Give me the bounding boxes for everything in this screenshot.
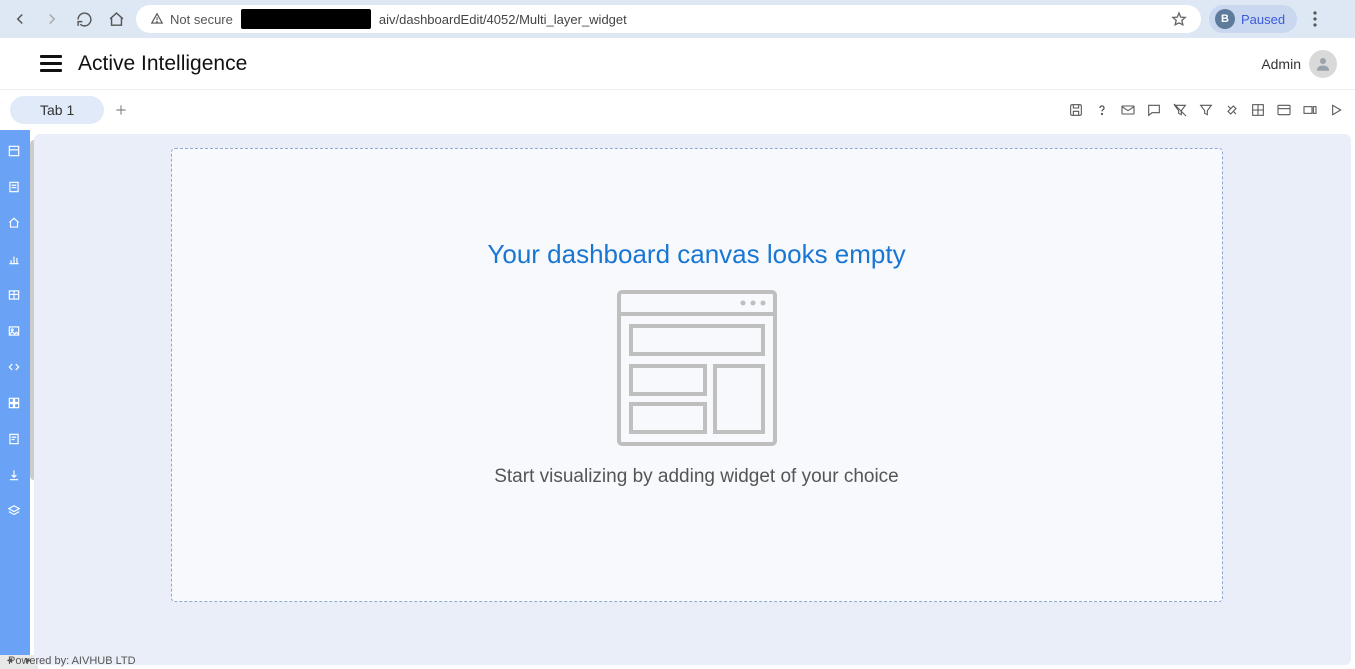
user-label: Admin: [1261, 56, 1301, 72]
forward-button[interactable]: [40, 7, 64, 31]
profile-avatar: B: [1215, 9, 1235, 29]
footer-text: Powered by: AIVHUB LTD: [8, 655, 136, 667]
save-icon[interactable]: [1067, 101, 1085, 119]
security-badge: Not secure: [150, 12, 233, 27]
export-icon[interactable]: [7, 468, 23, 484]
reload-button[interactable]: [72, 7, 96, 31]
layout-icon[interactable]: [1275, 101, 1293, 119]
tab-1[interactable]: Tab 1: [10, 96, 104, 124]
grid2-icon[interactable]: [7, 396, 23, 412]
workspace: ◄ ► Your dashboard canvas looks empty St…: [0, 130, 1355, 669]
empty-state-title: Your dashboard canvas looks empty: [487, 239, 905, 270]
app-header: Active Intelligence Admin: [0, 38, 1355, 90]
canvas-container: Your dashboard canvas looks empty Start …: [34, 134, 1351, 665]
user-area[interactable]: Admin: [1261, 50, 1337, 78]
url-path: aiv/dashboardEdit/4052/Multi_layer_widge…: [379, 12, 627, 27]
url-redacted: [241, 9, 371, 29]
grid-icon[interactable]: [1249, 101, 1267, 119]
widget-palette: [0, 130, 30, 669]
dashboard-toolbar: [1067, 101, 1345, 119]
image-icon[interactable]: [7, 324, 23, 340]
profile-status: Paused: [1241, 12, 1285, 27]
app-title: Active Intelligence: [78, 52, 247, 76]
code-icon[interactable]: [7, 360, 23, 376]
add-tab-button[interactable]: [114, 103, 128, 117]
widget-icon[interactable]: [1301, 101, 1319, 119]
chart-icon[interactable]: [7, 252, 23, 268]
tab-strip: Tab 1: [0, 90, 1355, 130]
tools-icon[interactable]: [1223, 101, 1241, 119]
home-icon[interactable]: [7, 216, 23, 232]
avatar: [1309, 50, 1337, 78]
address-bar[interactable]: Not secure aiv/dashboardEdit/4052/Multi_…: [136, 5, 1201, 33]
bookmark-icon[interactable]: [1171, 11, 1187, 27]
form-icon[interactable]: [7, 432, 23, 448]
funnel-off-icon[interactable]: [1171, 101, 1189, 119]
layer-icon[interactable]: [7, 504, 23, 520]
mail-icon[interactable]: [1119, 101, 1137, 119]
play-icon[interactable]: [1327, 101, 1345, 119]
funnel-icon[interactable]: [1197, 101, 1215, 119]
empty-state-subtitle: Start visualizing by adding widget of yo…: [494, 466, 899, 488]
security-label: Not secure: [170, 12, 233, 27]
comment-icon[interactable]: [1145, 101, 1163, 119]
report-icon[interactable]: [7, 180, 23, 196]
browser-toolbar: Not secure aiv/dashboardEdit/4052/Multi_…: [0, 0, 1355, 38]
browser-menu-button[interactable]: [1305, 11, 1325, 27]
back-button[interactable]: [8, 7, 32, 31]
profile-badge[interactable]: B Paused: [1209, 5, 1297, 33]
menu-button[interactable]: [40, 55, 62, 72]
home-button[interactable]: [104, 7, 128, 31]
dataset-icon[interactable]: [7, 144, 23, 160]
help-icon[interactable]: [1093, 101, 1111, 119]
table-icon[interactable]: [7, 288, 23, 304]
empty-state-illustration: [613, 284, 781, 452]
dashboard-canvas[interactable]: Your dashboard canvas looks empty Start …: [171, 148, 1223, 602]
